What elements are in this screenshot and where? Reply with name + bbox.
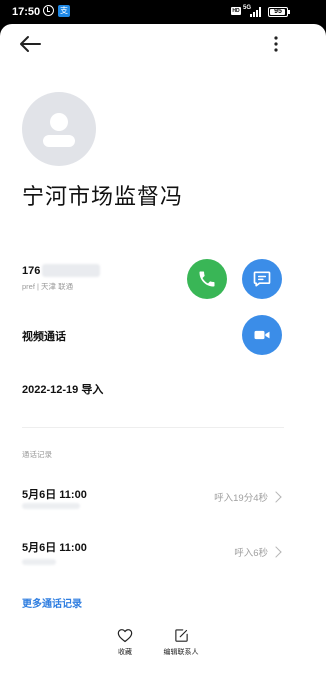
- more-call-logs-link[interactable]: 更多通话记录: [22, 595, 82, 610]
- call-log-duration[interactable]: 呼入6秒: [196, 545, 268, 559]
- hd-icon: HD: [231, 7, 241, 15]
- section-divider: [22, 427, 284, 428]
- battery-level: 95: [274, 8, 282, 15]
- call-button[interactable]: [187, 259, 227, 299]
- contact-detail-sheet: 宁河市场监督冯 176 pref | 天津 联通 视频通话 2022-12-19…: [0, 24, 326, 677]
- phone-icon: [199, 271, 215, 287]
- more-vertical-icon: [274, 36, 278, 52]
- alarm-icon: [43, 5, 54, 16]
- signal-icon: [250, 7, 264, 17]
- chevron-right-icon[interactable]: [270, 491, 282, 503]
- more-options-button[interactable]: [266, 34, 286, 54]
- call-log-date[interactable]: 5月6日 11:00: [22, 539, 87, 555]
- favorite-button[interactable]: 收藏: [112, 628, 138, 657]
- phone-number[interactable]: 176: [22, 265, 40, 277]
- chevron-right-icon[interactable]: [270, 546, 282, 558]
- contact-name: 宁河市场监督冯: [22, 184, 184, 209]
- edit-contact-label: 编辑联系人: [163, 649, 199, 656]
- video-call-button[interactable]: [242, 315, 282, 355]
- avatar: [22, 92, 96, 166]
- call-log-redacted: [22, 503, 80, 509]
- back-button[interactable]: [16, 32, 44, 56]
- status-time: 17:50: [12, 6, 41, 18]
- person-placeholder-icon: [43, 113, 75, 147]
- call-log-title: 通话记录: [22, 450, 52, 459]
- favorite-label: 收藏: [118, 649, 132, 656]
- alipay-app-icon: 支: [58, 5, 70, 17]
- message-icon: [253, 271, 271, 287]
- call-log-redacted: [22, 559, 56, 565]
- phone-carrier-info: pref | 天津 联通: [22, 282, 74, 291]
- arrow-left-icon: [20, 36, 41, 52]
- heart-icon: [117, 629, 133, 643]
- status-bar: 17:50 支 HD 5G 95: [0, 0, 326, 26]
- battery-icon: 95: [268, 7, 290, 17]
- edit-contact-button[interactable]: 编辑联系人: [160, 628, 202, 657]
- video-call-label[interactable]: 视频通话: [22, 328, 66, 344]
- message-button[interactable]: [242, 259, 282, 299]
- import-info: 2022-12-19 导入: [22, 384, 104, 396]
- phone-number-redacted: [42, 264, 100, 277]
- call-log-date[interactable]: 5月6日 11:00: [22, 486, 87, 502]
- edit-icon: [174, 629, 188, 642]
- video-icon: [254, 330, 270, 340]
- call-log-duration[interactable]: 呼入19分4秒: [196, 490, 268, 504]
